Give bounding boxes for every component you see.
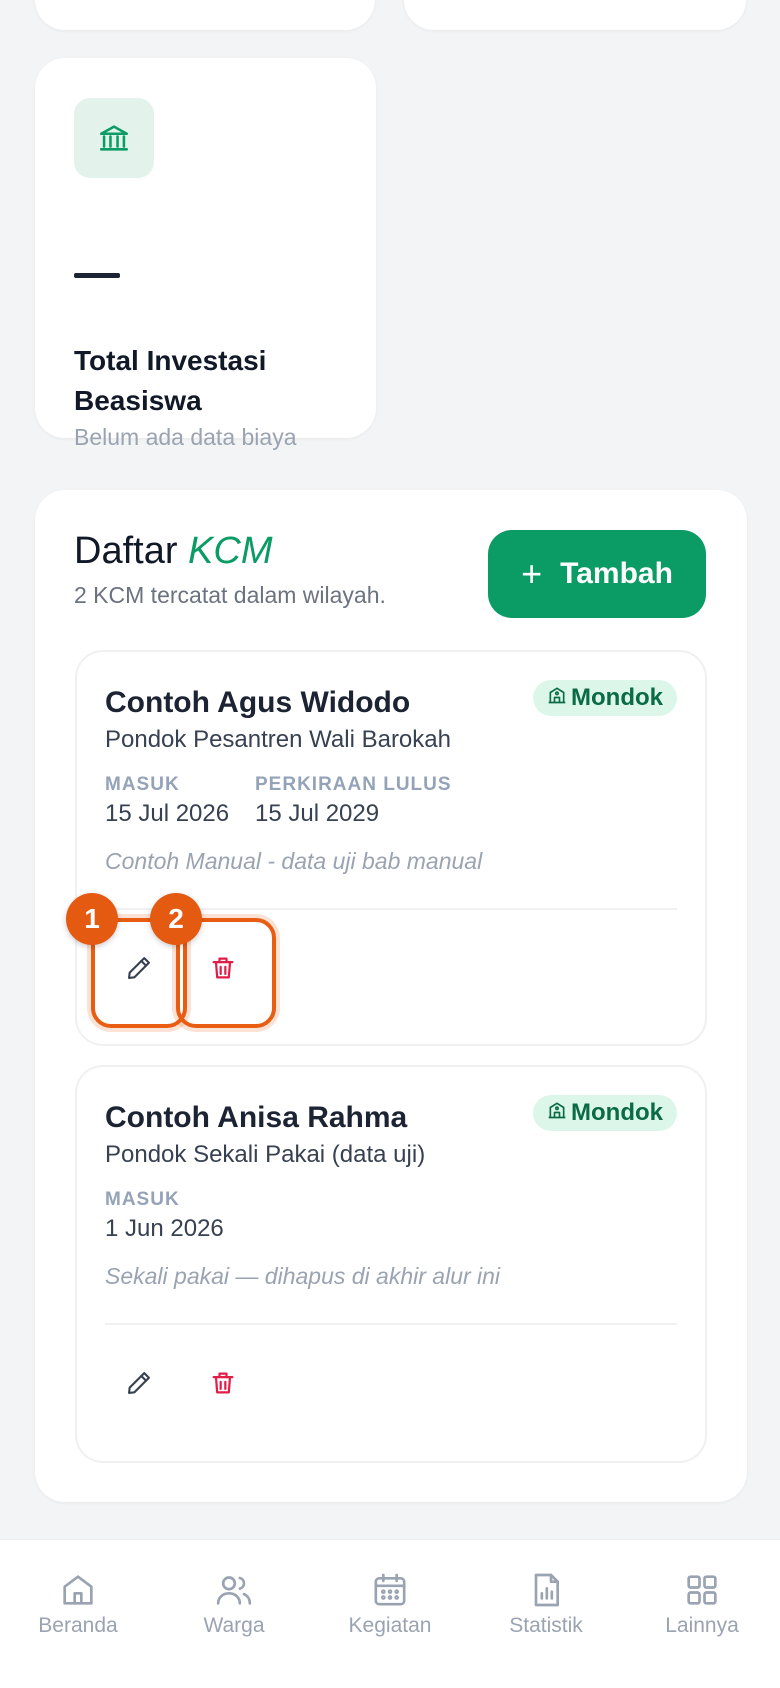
status-badge-label: Mondok	[571, 1099, 663, 1126]
list-subtitle: 2 KCM tercatat dalam wilayah.	[74, 582, 386, 608]
list-title-prefix: Daftar	[74, 530, 178, 572]
lulus-value: 15 Jul 2029	[255, 800, 380, 827]
nav-item-warga[interactable]: Warga	[164, 1570, 304, 1638]
summary-card-top-right	[404, 0, 746, 30]
nav-label: Lainnya	[665, 1614, 739, 1637]
home-icon	[63, 1575, 93, 1605]
highlight-number-2: 2	[150, 893, 202, 945]
stat-value-placeholder	[74, 273, 120, 278]
status-badge: Mondok	[533, 680, 677, 716]
masuk-label: MASUK	[105, 1189, 180, 1210]
nav-item-kegiatan[interactable]: Kegiatan	[320, 1570, 460, 1638]
delete-button[interactable]	[189, 1349, 257, 1417]
nav-item-statistik[interactable]: Statistik	[476, 1570, 616, 1638]
kcm-name: Contoh Anisa Rahma	[105, 1101, 408, 1134]
highlight-number-1: 1	[66, 893, 118, 945]
lulus-label: PERKIRAAN LULUS	[255, 774, 452, 795]
nav-label: Statistik	[509, 1614, 583, 1637]
nav-label: Beranda	[38, 1614, 118, 1637]
school-building-icon	[547, 1099, 567, 1127]
masuk-value: 15 Jul 2026	[105, 800, 230, 827]
list-title: Daftar KCM	[74, 530, 273, 573]
grid-icon	[687, 1575, 717, 1605]
summary-card-top-left	[35, 0, 375, 30]
bottom-navigation: Beranda Warga Kegiatan Statistik Lainnya	[0, 1539, 780, 1688]
kcm-note: Contoh Manual - data uji bab manual	[105, 848, 483, 874]
users-icon	[216, 1576, 252, 1605]
plus-icon: +	[521, 553, 543, 594]
nav-label: Warga	[203, 1614, 265, 1637]
bank-icon	[74, 98, 154, 178]
masuk-value: 1 Jun 2026	[105, 1215, 224, 1242]
investment-stat-card: Total Investasi Beasiswa Belum ada data …	[35, 58, 376, 450]
add-kcm-button[interactable]: + Tambah	[488, 530, 706, 618]
edit-button[interactable]	[105, 1349, 173, 1417]
kcm-note: Sekali pakai — dihapus di akhir alur ini	[105, 1263, 501, 1289]
school-building-icon	[547, 684, 567, 712]
add-button-label: Tambah	[560, 557, 673, 590]
kcm-name: Contoh Agus Widodo	[105, 686, 411, 719]
status-badge-label: Mondok	[571, 684, 663, 711]
nav-label: Kegiatan	[348, 1614, 432, 1637]
kcm-school: Pondok Sekali Pakai (data uji)	[105, 1141, 426, 1168]
status-badge: Mondok	[533, 1095, 677, 1131]
stat-subtitle: Belum ada data biaya	[74, 424, 297, 450]
kcm-list-item: Contoh Anisa Rahma Pondok Sekali Pakai (…	[75, 1065, 707, 1463]
divider	[105, 1323, 677, 1325]
list-title-emphasis: KCM	[188, 530, 273, 572]
kcm-school: Pondok Pesantren Wali Barokah	[105, 726, 451, 753]
stat-label: Total Investasi Beasiswa	[74, 345, 267, 416]
calendar-icon	[374, 1573, 406, 1606]
chart-file-icon	[534, 1573, 559, 1607]
nav-item-lainnya[interactable]: Lainnya	[632, 1570, 772, 1638]
pencil-icon	[128, 1372, 150, 1394]
masuk-label: MASUK	[105, 774, 180, 795]
trash-icon	[212, 1372, 234, 1394]
nav-item-beranda[interactable]: Beranda	[8, 1570, 148, 1638]
